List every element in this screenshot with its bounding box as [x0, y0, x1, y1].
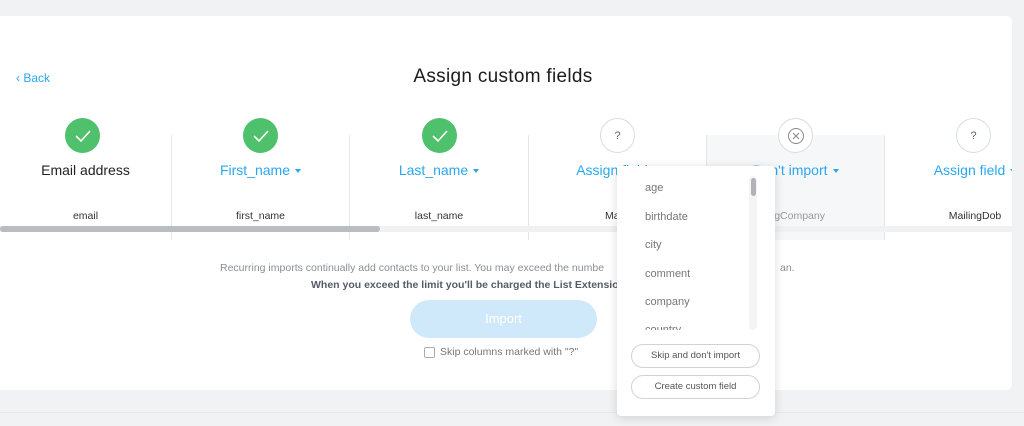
column-source-value: last_name: [414, 210, 464, 222]
option-country[interactable]: country: [645, 324, 681, 330]
caret-down-icon: [1010, 169, 1012, 174]
check-icon: [422, 118, 457, 153]
column-source-value: MailingDob: [948, 210, 1002, 222]
divider: [0, 412, 1024, 413]
assign-fields-card: ‹ Back Assign custom fields Email addres…: [0, 16, 1012, 390]
field-dropdown-label: Last_name: [398, 162, 469, 178]
caret-down-icon: [832, 169, 839, 174]
caret-down-icon: [295, 169, 302, 174]
check-icon: [243, 118, 278, 153]
field-dropdown-label: Assign field: [933, 162, 1006, 178]
question-icon: ?: [600, 118, 635, 153]
import-button[interactable]: Import: [410, 300, 597, 338]
caret-down-icon: [473, 169, 480, 174]
skip-label: Skip columns marked with "?": [440, 346, 579, 358]
create-custom-field-button[interactable]: Create custom field: [631, 375, 760, 399]
check-icon: [65, 118, 100, 153]
column-field-label: Email address: [41, 162, 130, 178]
column-mailing-dob: Assign field MailingDob: [885, 135, 1012, 240]
notice-text-tail: an.: [780, 262, 795, 274]
notice-text: Recurring imports continually add contac…: [220, 262, 605, 274]
option-birthdate[interactable]: birthdate: [645, 211, 688, 223]
page-title: Assign custom fields: [413, 66, 593, 87]
option-city[interactable]: city: [645, 239, 662, 251]
column-mapping-row: Email address email First_name first_nam…: [0, 118, 1012, 240]
circle-x-icon: [778, 118, 813, 153]
skip-checkbox[interactable]: [424, 346, 435, 358]
field-dropdown-label: First_name: [219, 162, 291, 178]
dropdown-scrollbar[interactable]: [749, 176, 757, 330]
dropdown-scroll-thumb[interactable]: [751, 178, 756, 196]
field-dropdown-toggle[interactable]: Assign field: [885, 162, 1012, 178]
recurring-import-notice: Recurring imports continually add contac…: [220, 262, 795, 274]
question-icon: ?: [956, 118, 991, 153]
field-dropdown-toggle[interactable]: First_name: [172, 162, 349, 178]
column-source-value: first_name: [235, 210, 286, 222]
limit-notice: When you exceed the limit you'll be char…: [311, 279, 626, 291]
skip-columns-option[interactable]: Skip columns marked with "?": [424, 346, 578, 358]
horizontal-scroll-thumb[interactable]: [0, 226, 380, 232]
option-age[interactable]: age: [645, 182, 663, 194]
field-dropdown-toggle[interactable]: Last_name: [350, 162, 528, 178]
field-dropdown-menu: age birthdate city comment company count…: [617, 166, 775, 416]
field-options-list[interactable]: age birthdate city comment company count…: [617, 166, 775, 330]
skip-and-dont-import-button[interactable]: Skip and don't import: [631, 344, 760, 368]
option-comment[interactable]: comment: [645, 268, 690, 280]
option-company[interactable]: company: [645, 296, 690, 308]
column-source-value: email: [72, 210, 99, 222]
